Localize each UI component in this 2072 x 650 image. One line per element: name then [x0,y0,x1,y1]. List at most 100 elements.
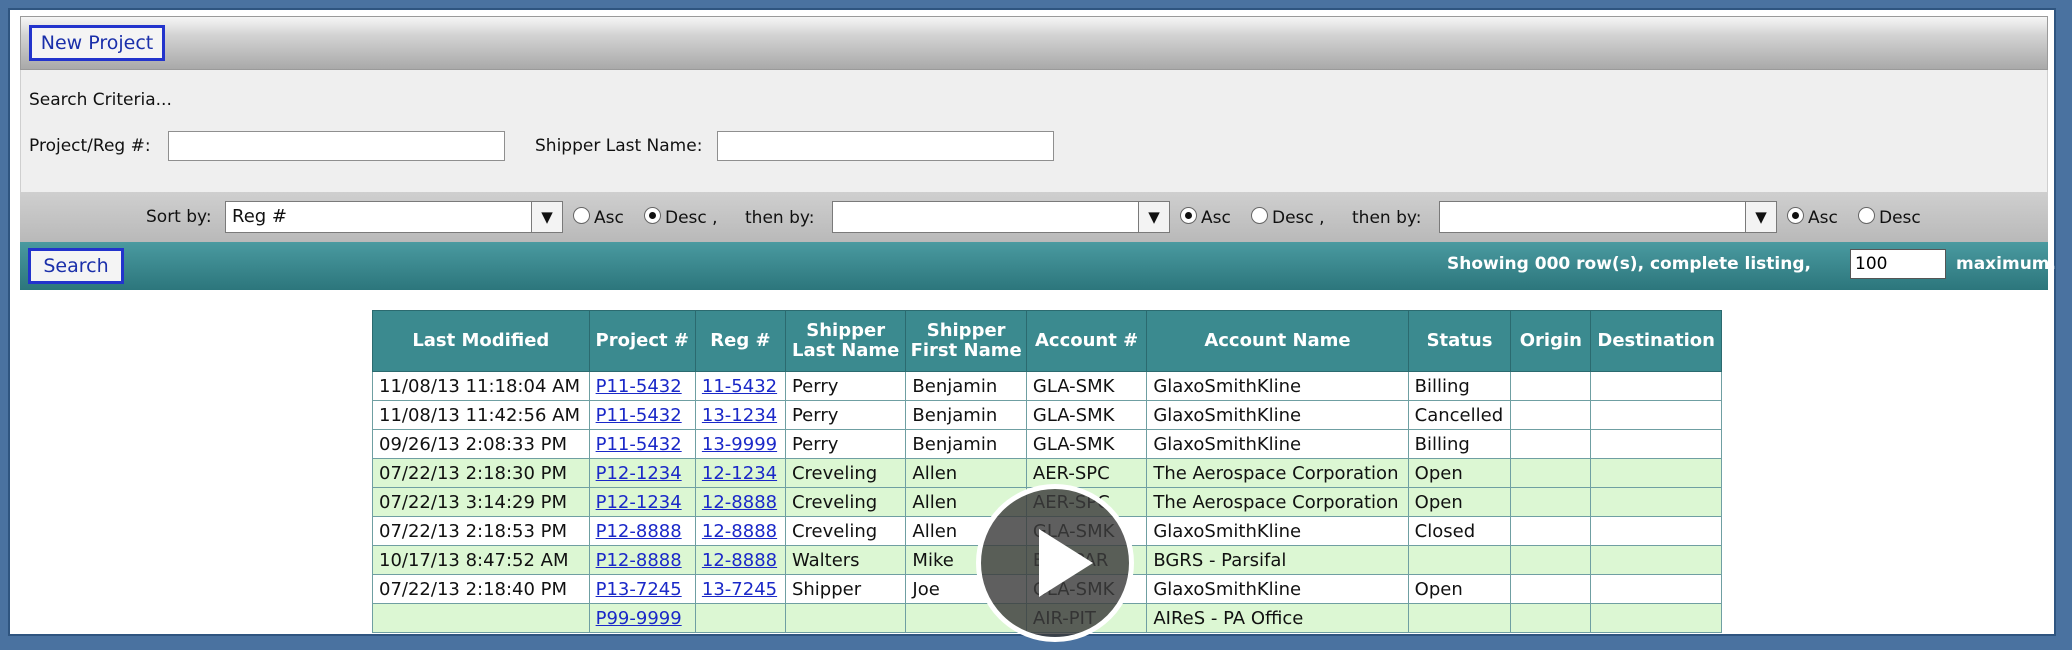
maximum-rows-input[interactable] [1850,249,1946,279]
sort1-asc-label: Asc [594,208,624,228]
reg-number-link[interactable]: 12-8888 [702,550,777,571]
cell-first: Benjamin [905,429,1027,459]
project-number-link[interactable]: P12-1234 [596,463,682,484]
cell-dest [1590,371,1722,401]
sort1-desc-radio[interactable] [644,207,661,224]
reg-number-link[interactable]: 13-7245 [702,579,777,600]
col-reg-number[interactable]: Reg # [694,310,786,372]
project-number-link[interactable]: P12-1234 [596,492,682,513]
col-shipper-last-name[interactable]: Shipper Last Name [784,310,907,372]
page-content: New Project Search Criteria... Project/R… [20,16,2056,642]
col-shipper-first-name[interactable]: Shipper First Name [905,310,1027,372]
shipper-last-name-input[interactable] [717,131,1054,161]
cell-name: The Aerospace Corporation [1146,458,1409,488]
cell-modified: 07/22/13 2:18:53 PM [372,516,590,546]
project-number-link[interactable]: P11-5432 [596,434,682,455]
col-account-name[interactable]: Account Name [1146,310,1409,372]
chevron-down-icon[interactable]: ▼ [1745,202,1776,232]
app-window: New Project Search Criteria... Project/R… [8,8,2056,642]
cell-status: Billing [1407,371,1512,401]
project-reg-input[interactable] [168,131,505,161]
sort1-asc-radio[interactable] [573,207,590,224]
cell-name: GlaxoSmithKline [1146,574,1409,604]
reg-number-link[interactable]: 13-1234 [702,405,777,426]
project-number-link[interactable]: P11-5432 [596,405,682,426]
cell-reg: 12-8888 [694,516,786,546]
cell-reg [694,603,786,633]
cell-project: P99-9999 [588,603,696,633]
cell-project: P12-1234 [588,487,696,517]
sort3-desc-radio[interactable] [1858,207,1875,224]
col-origin[interactable]: Origin [1510,310,1592,372]
cell-reg: 12-1234 [694,458,786,488]
sort2-desc-radio[interactable] [1251,207,1268,224]
sort3-desc-label: Desc [1879,208,1921,228]
table-row[interactable]: 07/22/13 2:18:30 PM P12-1234 12-1234 Crevel… [372,458,1722,488]
cell-last: Shipper [784,574,907,604]
cell-reg: 11-5432 [694,371,786,401]
cell-last: Creveling [784,487,907,517]
cell-last: Creveling [784,458,907,488]
reg-number-link[interactable]: 11-5432 [702,376,777,397]
project-number-link[interactable]: P12-8888 [596,521,682,542]
project-number-link[interactable]: P13-7245 [596,579,682,600]
table-row[interactable]: 11/08/13 11:42:56 AM P11-5432 13-1234 Perry… [372,400,1722,430]
play-icon[interactable] [976,484,1134,642]
top-toolbar: New Project [20,16,2048,70]
cell-origin [1510,429,1592,459]
cell-name: GlaxoSmithKline [1146,400,1409,430]
table-row[interactable]: 11/08/13 11:18:04 AM P11-5432 11-5432 Perry… [372,371,1722,401]
search-button[interactable]: Search [28,248,124,284]
col-destination[interactable]: Destination [1590,310,1722,372]
cell-project: P11-5432 [588,371,696,401]
col-last-modified[interactable]: Last Modified [372,310,590,372]
cell-status: Open [1407,487,1512,517]
chevron-down-icon[interactable]: ▼ [1138,202,1169,232]
table-row[interactable]: 09/26/13 2:08:33 PM P11-5432 13-9999 Perry B… [372,429,1722,459]
cell-status [1407,545,1512,575]
cell-modified: 07/22/13 3:14:29 PM [372,487,590,517]
reg-number-link[interactable]: 12-8888 [702,521,777,542]
sort3-select[interactable]: ▼ [1439,201,1777,233]
col-project-number[interactable]: Project # [588,310,696,372]
cell-origin [1510,516,1592,546]
cell-dest [1590,545,1722,575]
col-status[interactable]: Status [1407,310,1512,372]
cell-status: Open [1407,574,1512,604]
search-criteria-panel: Search Criteria... Project/Reg #: Shippe… [20,70,2048,192]
new-project-button[interactable]: New Project [29,25,165,61]
cell-modified: 09/26/13 2:08:33 PM [372,429,590,459]
cell-dest [1590,458,1722,488]
project-number-link[interactable]: P11-5432 [596,376,682,397]
cell-origin [1510,545,1592,575]
col-account-number[interactable]: Account # [1025,310,1148,372]
sort1-select[interactable]: Reg # ▼ [225,201,563,233]
sort3-asc-radio[interactable] [1787,207,1804,224]
cell-modified: 10/17/13 8:47:52 AM [372,545,590,575]
cell-modified: 07/22/13 2:18:30 PM [372,458,590,488]
cell-dest [1590,487,1722,517]
cell-last [784,603,907,633]
cell-project: P12-1234 [588,458,696,488]
cell-modified: 11/08/13 11:18:04 AM [372,371,590,401]
cell-name: GlaxoSmithKline [1146,516,1409,546]
cell-dest [1590,400,1722,430]
sort2-asc-radio[interactable] [1180,207,1197,224]
reg-number-link[interactable]: 12-8888 [702,492,777,513]
cell-origin [1510,458,1592,488]
project-number-link[interactable]: P12-8888 [596,550,682,571]
project-number-link[interactable]: P99-9999 [596,608,682,629]
reg-number-link[interactable]: 13-9999 [702,434,777,455]
chevron-down-icon[interactable]: ▼ [531,202,562,232]
header-row: Last Modified Project # Reg # Shipper La… [372,310,1722,372]
cell-project: P11-5432 [588,400,696,430]
reg-number-link[interactable]: 12-1234 [702,463,777,484]
cell-reg: 13-1234 [694,400,786,430]
search-criteria-heading: Search Criteria... [29,90,172,110]
cell-name: BGRS - Parsifal [1146,545,1409,575]
sort2-select[interactable]: ▼ [832,201,1170,233]
cell-reg: 12-8888 [694,545,786,575]
cell-dest [1590,603,1722,633]
sort-by-label: Sort by: [146,207,212,227]
cell-first: Allen [905,458,1027,488]
